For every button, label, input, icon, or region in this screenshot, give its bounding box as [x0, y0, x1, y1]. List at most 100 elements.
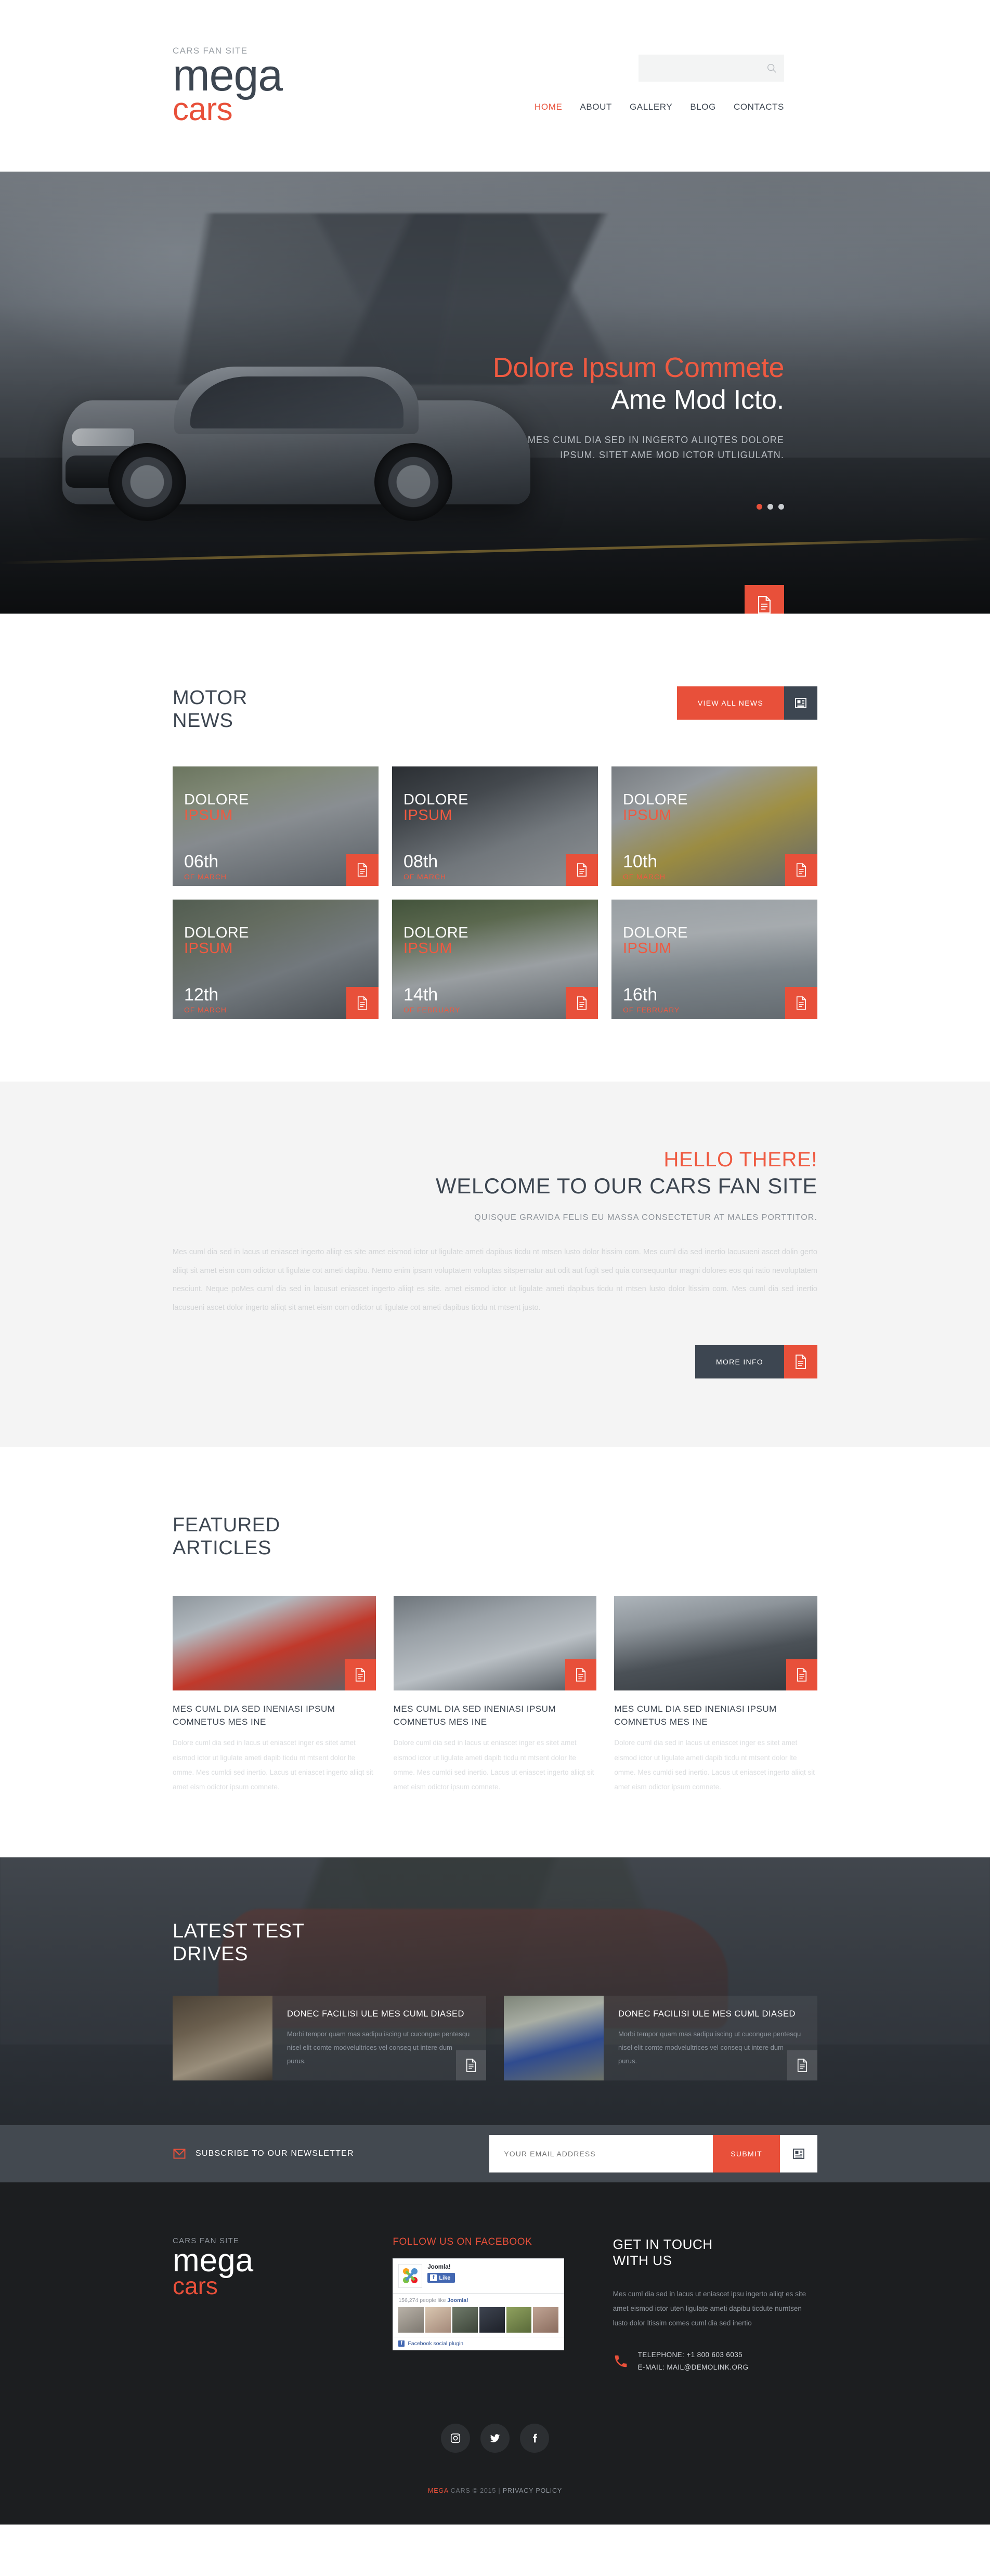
news-card[interactable]: DOLORE IPSUM 14th OF FEBRUARY	[392, 900, 598, 1020]
news-card[interactable]: DOLORE IPSUM 06th OF MARCH	[173, 766, 379, 887]
joomla-logo-icon	[398, 2264, 423, 2288]
search-button[interactable]	[759, 55, 784, 82]
news-card-title-line1: DOLORE	[184, 791, 249, 809]
test-drive-title: DONEC FACILISI ULE MES CUML DIASED	[618, 2009, 796, 2019]
document-icon	[577, 863, 587, 877]
nav-item-home[interactable]: HOME	[535, 102, 562, 112]
document-icon	[797, 2059, 807, 2073]
logo-accent-text: cars	[173, 91, 233, 127]
twitter-icon	[490, 2434, 500, 2442]
latest-test-drives-section: LATEST TEST DRIVES DONEC FACILISI ULE ME…	[0, 1857, 990, 2126]
newsletter-email-input[interactable]	[489, 2135, 713, 2173]
view-all-news-label: VIEW ALL NEWS	[676, 686, 784, 720]
featured-article-read-button[interactable]	[344, 1659, 376, 1691]
main-navigation[interactable]: HOME ABOUT GALLERY BLOG CONTACTS	[535, 102, 784, 112]
document-icon	[758, 596, 771, 614]
social-link-facebook[interactable]	[520, 2423, 549, 2453]
copyright-rest: © 2015 |	[472, 2487, 501, 2494]
news-card-title: DOLORE IPSUM	[403, 792, 468, 823]
news-card-title-line2: IPSUM	[403, 940, 452, 957]
contact-telephone[interactable]: TELEPHONE: +1 800 603 6035	[638, 2349, 749, 2361]
news-card-read-button[interactable]	[785, 854, 817, 887]
social-link-instagram[interactable]	[441, 2423, 470, 2453]
newsletter-form[interactable]: SUBMIT	[489, 2135, 817, 2173]
footer-facebook-column: FOLLOW US ON FACEBOOK Joomla! f Like 156…	[393, 2236, 597, 2373]
document-icon	[577, 996, 587, 1010]
featured-article-read-button[interactable]	[565, 1659, 597, 1691]
news-card[interactable]: DOLORE IPSUM 10th OF MARCH	[611, 766, 817, 887]
view-all-news-icon-box	[784, 686, 817, 720]
news-card-title-line2: IPSUM	[184, 940, 233, 957]
avatar	[479, 2307, 505, 2333]
news-card-read-button[interactable]	[566, 987, 598, 1020]
featured-article-card[interactable]: MES CUML DIA SED INENIASI IPSUM COMNETUS…	[393, 1596, 597, 1794]
site-logo[interactable]: CARS FAN SITE mega cars	[173, 46, 283, 127]
nav-item-about[interactable]: ABOUT	[580, 102, 612, 112]
envelope-icon	[173, 2149, 186, 2159]
more-info-button[interactable]: MORE INFO	[695, 1345, 817, 1379]
document-icon	[355, 1668, 365, 1682]
welcome-body-text: Mes cuml dia sed in lacus ut eniascet in…	[173, 1248, 817, 1312]
hero-slider[interactable]: Dolore Ipsum Commete Ame Mod Icto. MES C…	[0, 172, 990, 614]
hero-dot-2[interactable]	[767, 504, 773, 510]
news-card-read-button[interactable]	[346, 987, 379, 1020]
news-card-day: 08th	[403, 852, 438, 872]
motor-news-title-line1: MOTOR	[173, 687, 248, 709]
newsletter-submit-button[interactable]: SUBMIT	[713, 2135, 780, 2173]
featured-article-card[interactable]: MES CUML DIA SED INENIASI IPSUM COMNETUS…	[614, 1596, 817, 1794]
facebook-like-button[interactable]: f Like	[427, 2273, 455, 2283]
news-card-month: OF FEBRUARY	[403, 1006, 461, 1014]
hero-read-more-button[interactable]	[745, 585, 784, 614]
contact-heading-line1: GET IN TOUCH	[613, 2236, 713, 2253]
test-drives-title: LATEST TEST DRIVES	[173, 1920, 817, 1966]
hero-dot-1[interactable]	[757, 504, 762, 510]
news-card-read-button[interactable]	[346, 854, 379, 887]
search-input[interactable]	[639, 64, 759, 72]
privacy-policy-link[interactable]: Privacy Policy	[503, 2487, 562, 2494]
search-box[interactable]	[639, 55, 784, 82]
hero-dot-3[interactable]	[778, 504, 784, 510]
facebook-page-widget[interactable]: Joomla! f Like 156,274 people like Jooml…	[393, 2258, 565, 2351]
test-drive-read-button[interactable]	[787, 2050, 817, 2081]
news-card-read-button[interactable]	[566, 854, 598, 887]
featured-article-card[interactable]: MES CUML DIA SED INENIASI IPSUM COMNETUS…	[173, 1596, 376, 1794]
hero-slider-dots[interactable]	[757, 504, 784, 510]
news-card[interactable]: DOLORE IPSUM 12th OF MARCH	[173, 900, 379, 1020]
footer-logo[interactable]: CARS FAN SITE mega cars	[173, 2236, 377, 2373]
featured-article-read-button[interactable]	[786, 1659, 817, 1691]
nav-item-contacts[interactable]: CONTACTS	[734, 102, 784, 112]
news-card[interactable]: DOLORE IPSUM 16th OF FEBRUARY	[611, 900, 817, 1020]
facebook-like-count-link[interactable]: Joomla!	[447, 2297, 468, 2304]
news-card-title: DOLORE IPSUM	[184, 925, 249, 957]
footer-contact-column: GET IN TOUCH WITH US Mes cuml dia sed in…	[613, 2236, 817, 2373]
social-links[interactable]	[173, 2423, 817, 2453]
news-card-read-button[interactable]	[785, 987, 817, 1020]
news-card-month: OF MARCH	[403, 873, 446, 881]
news-card-title-line1: DOLORE	[623, 925, 688, 942]
test-drive-read-button[interactable]	[456, 2050, 486, 2081]
test-drives-grid: DONEC FACILISI ULE MES CUML DIASED Morbi…	[173, 1995, 817, 2125]
nav-item-gallery[interactable]: GALLERY	[630, 102, 672, 112]
test-drive-card[interactable]: DONEC FACILISI ULE MES CUML DIASED Morbi…	[504, 1995, 817, 2081]
social-link-twitter[interactable]	[480, 2423, 510, 2453]
newsletter-submit-icon-box[interactable]	[780, 2135, 817, 2173]
document-icon	[466, 2059, 476, 2073]
news-card-title-line2: IPSUM	[623, 940, 672, 957]
featured-articles-section: FEATURED ARTICLES MES CUML DIA SED INENI…	[0, 1447, 990, 1857]
motor-news-section: MOTOR NEWS VIEW ALL NEWS DOLORE IPSUM 06…	[0, 614, 990, 1082]
copyright-brand-primary: MEGA	[428, 2487, 449, 2494]
contact-email[interactable]: E-MAIL: MAIL@DEMOLINK.ORG	[638, 2361, 749, 2374]
test-drive-text: Morbi tempor quam mas sadipu iscing ut c…	[287, 2030, 470, 2065]
facebook-like-count-text: 156,274 people like	[398, 2297, 446, 2304]
news-card[interactable]: DOLORE IPSUM 08th OF MARCH	[392, 766, 598, 887]
view-all-news-button[interactable]: VIEW ALL NEWS	[676, 686, 817, 720]
hero-text-block: Dolore Ipsum Commete Ame Mod Icto. MES C…	[493, 353, 785, 463]
news-card-title: DOLORE IPSUM	[403, 925, 468, 957]
featured-article-text: Dolore cuml dia sed in lacus ut eniascet…	[173, 1739, 373, 1791]
nav-item-blog[interactable]: BLOG	[690, 102, 716, 112]
test-drive-thumbnail	[504, 1995, 604, 2081]
welcome-section: HELLO THERE! WELCOME TO OUR CARS FAN SIT…	[0, 1082, 990, 1448]
test-drive-card[interactable]: DONEC FACILISI ULE MES CUML DIASED Morbi…	[173, 1995, 486, 2081]
news-card-title-line2: IPSUM	[403, 806, 452, 824]
search-icon	[767, 63, 776, 73]
